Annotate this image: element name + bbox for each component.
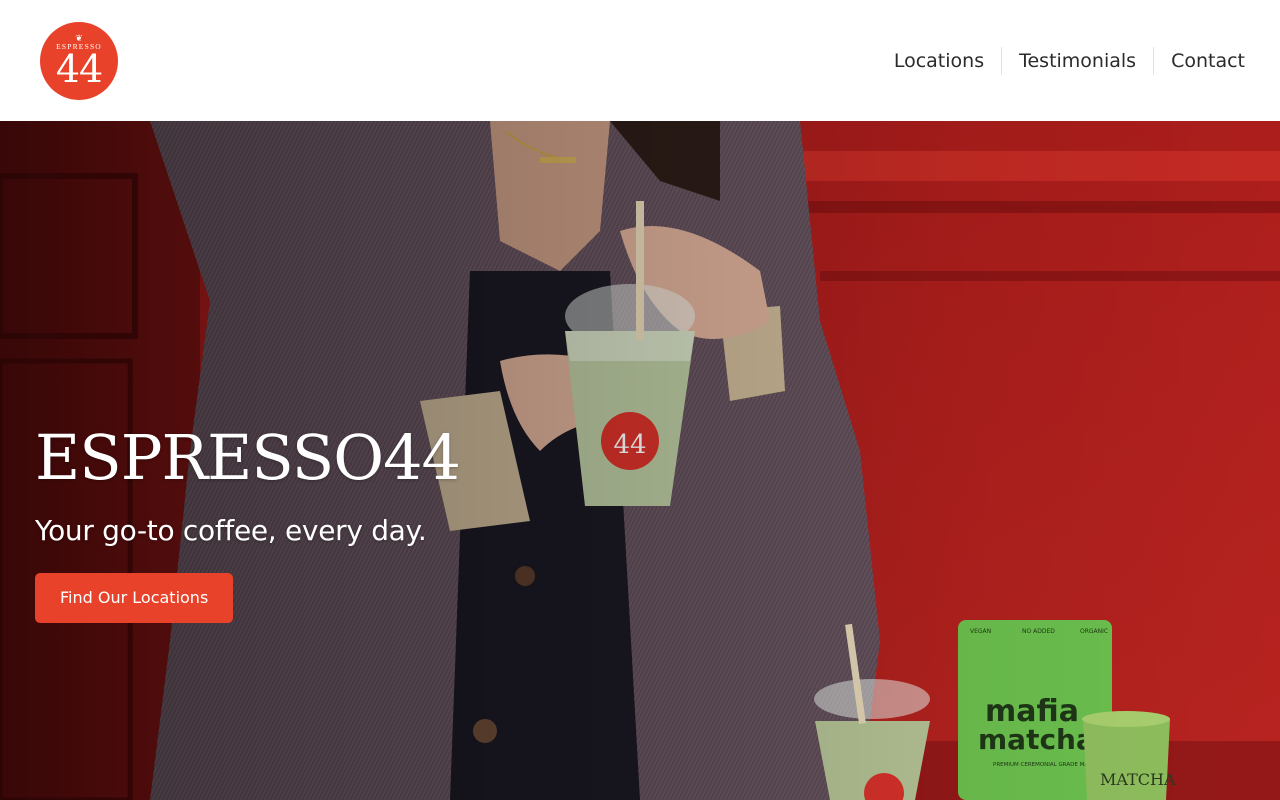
nav-item-locations[interactable]: Locations [877,47,1001,75]
espresso44-logo[interactable]: ❦ ESPRESSO 44 [40,21,118,100]
hero-content: ESPRESSO44 Your go-to coffee, every day.… [35,421,461,623]
hero-title: ESPRESSO44 [35,421,461,494]
logo-number: 44 [55,46,103,91]
hero-section: 44 VEGAN NO ADDED ORGANIC mafia matcha P… [0,121,1280,800]
nav-item-testimonials[interactable]: Testimonials [1001,46,1153,75]
main-nav: Locations Testimonials Contact [877,46,1245,76]
site-header: ❦ ESPRESSO 44 Locations Testimonials Con… [0,0,1280,121]
hero-subtitle: Your go-to coffee, every day. [35,514,427,547]
nav-item-contact[interactable]: Contact [1153,46,1245,75]
find-locations-button[interactable]: Find Our Locations [35,573,234,623]
